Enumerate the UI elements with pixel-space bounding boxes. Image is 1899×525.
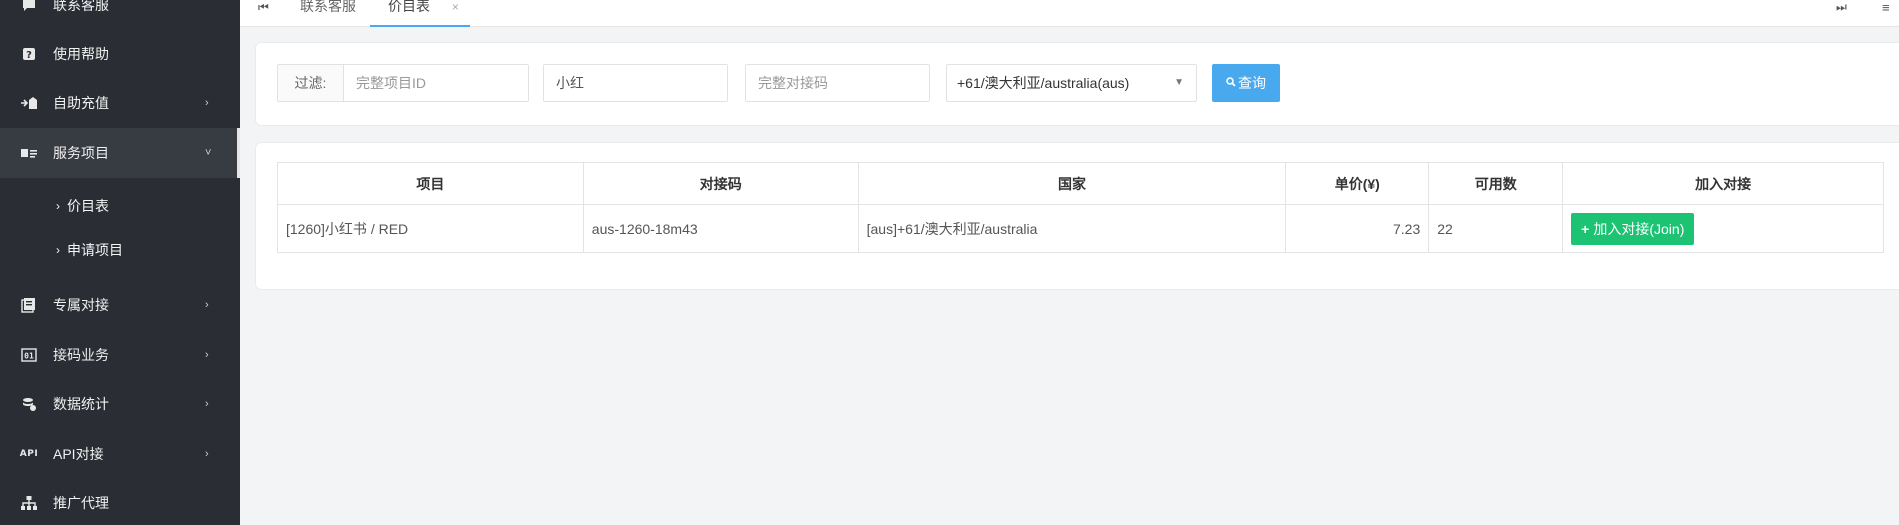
tab-scroll-left-icon[interactable]: ⏮ bbox=[258, 0, 269, 15]
stats-icon bbox=[20, 395, 38, 413]
sidebar-item-help[interactable]: ? 使用帮助 bbox=[0, 29, 240, 79]
chevron-right-icon: › bbox=[205, 97, 209, 109]
sidebar-item-label: 接码业务 bbox=[53, 347, 109, 363]
exclusive-icon bbox=[20, 296, 38, 314]
sidebar-item-label: API对接 bbox=[53, 446, 104, 462]
code-field bbox=[745, 64, 930, 102]
help-icon: ? bbox=[20, 45, 38, 63]
tab-label: 价目表 bbox=[388, 0, 430, 14]
api-icon: API bbox=[19, 449, 39, 459]
chevron-right-icon: › bbox=[205, 299, 209, 311]
sidebar-subitem-apply-project[interactable]: › 申请项目 bbox=[0, 228, 240, 272]
chevron-down-icon: ˅ bbox=[205, 147, 212, 159]
keyword-input[interactable] bbox=[544, 65, 727, 101]
sidebar-item-code-business[interactable]: 01 接码业务 › bbox=[0, 330, 240, 380]
table-row: [1260]小红书 / RED aus-1260-18m43 [aus]+61/… bbox=[277, 204, 1884, 253]
caret-right-icon: › bbox=[56, 199, 60, 213]
sidebar-item-label: 联系客服 bbox=[53, 0, 109, 13]
sidebar-item-label: 使用帮助 bbox=[53, 46, 109, 62]
column-header-join: 加入对接 bbox=[1562, 162, 1884, 205]
sidebar-item-recharge[interactable]: 自助充值 › bbox=[0, 78, 240, 128]
query-button[interactable]: 查询 bbox=[1212, 64, 1280, 102]
column-header-code: 对接码 bbox=[582, 162, 859, 205]
table-header-row: 项目 对接码 国家 单价(¥) 可用数 加入对接 bbox=[277, 162, 1884, 205]
sitemap-icon bbox=[20, 494, 38, 512]
close-icon[interactable]: × bbox=[452, 0, 459, 14]
cell-code: aus-1260-18m43 bbox=[582, 204, 859, 253]
chevron-right-icon: › bbox=[205, 448, 209, 460]
plus-icon: + bbox=[1581, 220, 1590, 237]
filter-panel: 过滤: +61/澳大利亚/australia(aus) ▼ 查询 bbox=[255, 42, 1899, 126]
code-icon: 01 bbox=[20, 346, 38, 364]
svg-text:01: 01 bbox=[24, 352, 34, 361]
tab-price-list[interactable]: 价目表 × bbox=[370, 0, 470, 27]
project-id-input[interactable] bbox=[344, 65, 528, 101]
sidebar-item-stats[interactable]: 数据统计 › bbox=[0, 379, 240, 429]
chevron-right-icon: › bbox=[205, 349, 209, 361]
price-table: 项目 对接码 国家 单价(¥) 可用数 加入对接 [1260]小红书 / RED… bbox=[277, 162, 1884, 253]
caret-down-icon: ▼ bbox=[1174, 77, 1184, 88]
country-select-value: +61/澳大利亚/australia(aus) bbox=[957, 75, 1130, 91]
search-icon bbox=[1226, 76, 1236, 90]
sidebar-item-promotion[interactable]: 推广代理 bbox=[0, 478, 240, 525]
cell-join: + 加入对接(Join) bbox=[1562, 204, 1884, 253]
menu-icon[interactable]: ≡ bbox=[1882, 0, 1890, 15]
column-header-price: 单价(¥) bbox=[1285, 162, 1430, 205]
sidebar-item-services[interactable]: 服务项目 ˅ bbox=[0, 128, 240, 178]
tab-label: 联系客服 bbox=[300, 0, 356, 14]
column-header-project: 项目 bbox=[277, 162, 584, 205]
sidebar-item-label: 服务项目 bbox=[53, 145, 109, 161]
country-select[interactable]: +61/澳大利亚/australia(aus) ▼ bbox=[946, 64, 1197, 102]
sidebar-item-label: 自助充值 bbox=[53, 95, 109, 111]
sidebar-item-exclusive[interactable]: 专属对接 › bbox=[0, 280, 240, 330]
code-input[interactable] bbox=[746, 65, 929, 101]
column-header-available: 可用数 bbox=[1428, 162, 1564, 205]
sidebar-item-label: 专属对接 bbox=[53, 297, 109, 313]
sidebar-subitem-label: 价目表 bbox=[67, 198, 109, 214]
recharge-icon bbox=[20, 94, 38, 112]
results-panel: 项目 对接码 国家 单价(¥) 可用数 加入对接 [1260]小红书 / RED… bbox=[255, 142, 1899, 290]
chevron-right-icon: › bbox=[205, 398, 209, 410]
sidebar-item-label: 推广代理 bbox=[53, 495, 109, 511]
sidebar-subitem-price-list[interactable]: › 价目表 bbox=[0, 184, 240, 228]
tab-bar: ⏮ 联系客服 价目表 × ⏭ ≡ bbox=[240, 0, 1899, 27]
query-button-label: 查询 bbox=[1238, 75, 1266, 91]
join-button[interactable]: + 加入对接(Join) bbox=[1571, 212, 1695, 245]
sidebar: 联系客服 ? 使用帮助 自助充值 › 服务项目 ˅ › 价目表 › 申请项目 专… bbox=[0, 0, 240, 525]
cell-project: [1260]小红书 / RED bbox=[277, 204, 584, 253]
chat-icon bbox=[20, 0, 38, 14]
project-id-filter: 过滤: bbox=[277, 64, 529, 102]
service-icon bbox=[20, 144, 38, 162]
sidebar-subitem-label: 申请项目 bbox=[67, 242, 123, 258]
cell-price: 7.23 bbox=[1285, 204, 1430, 253]
cell-country: [aus]+61/澳大利亚/australia bbox=[857, 204, 1287, 253]
join-button-label: 加入对接(Join) bbox=[1593, 220, 1685, 237]
tab-contact[interactable]: 联系客服 bbox=[300, 0, 356, 27]
svg-text:?: ? bbox=[26, 50, 32, 61]
tab-scroll-right-icon[interactable]: ⏭ bbox=[1836, 0, 1847, 15]
sidebar-item-contact[interactable]: 联系客服 bbox=[0, 0, 240, 30]
cell-available: 22 bbox=[1428, 204, 1564, 253]
filter-label: 过滤: bbox=[278, 65, 344, 101]
sidebar-item-label: 数据统计 bbox=[53, 396, 109, 412]
caret-right-icon: › bbox=[56, 243, 60, 257]
column-header-country: 国家 bbox=[857, 162, 1287, 205]
sidebar-item-api[interactable]: API API对接 › bbox=[0, 429, 240, 479]
keyword-field bbox=[543, 64, 728, 102]
